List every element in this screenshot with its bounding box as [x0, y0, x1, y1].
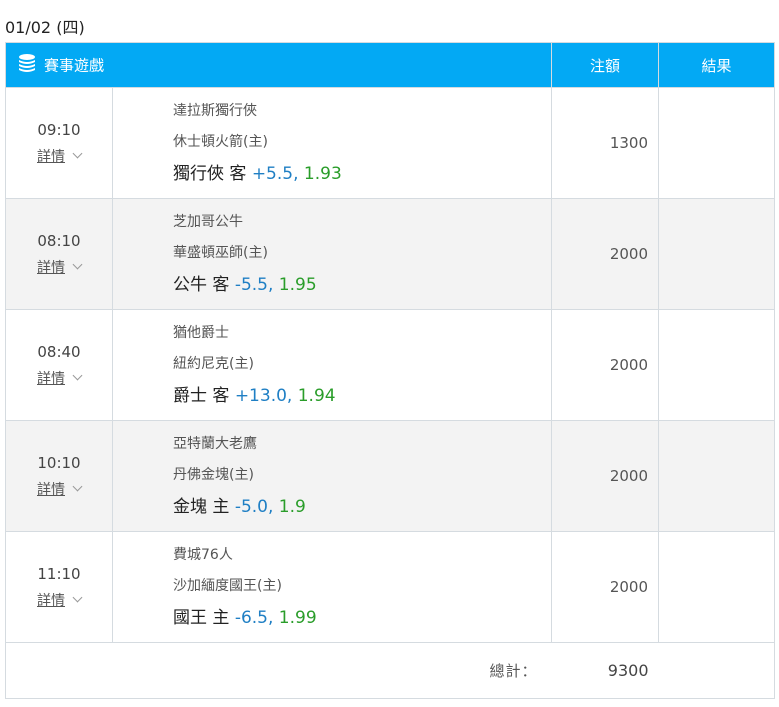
details-label[interactable]: 詳情 — [37, 593, 65, 609]
total-value: 9300 — [551, 642, 659, 699]
chevron-down-icon[interactable] — [72, 592, 83, 603]
time-cell: 08:40 詳情 — [5, 309, 113, 421]
match-time: 10:10 — [37, 454, 81, 472]
game-cell: 費城76人 沙加緬度國王(主) 國王 主 -6.5, 1.99 — [111, 531, 553, 643]
result-cell — [658, 309, 776, 421]
pick-label: 國王 主 — [173, 608, 230, 628]
match-time: 08:10 — [37, 232, 81, 250]
details-toggle[interactable]: 詳情 — [6, 259, 112, 277]
pick-label: 金塊 主 — [173, 497, 230, 517]
match-time: 09:10 — [37, 121, 81, 139]
away-team: 達拉斯獨行俠 — [173, 103, 257, 119]
table-row: 08:10 詳情 芝加哥公牛 華盛頓巫師(主) 公牛 客 -5.5, 1.95 … — [5, 198, 776, 310]
handicap: +13.0 — [234, 386, 287, 406]
handicap: -6.5 — [234, 608, 268, 628]
details-toggle[interactable]: 詳情 — [6, 148, 112, 166]
amount-cell: 1300 — [551, 87, 660, 199]
game-cell: 達拉斯獨行俠 休士頓火箭(主) 獨行俠 客 +5.5, 1.93 — [111, 87, 553, 199]
match-time: 08:40 — [37, 343, 81, 361]
result-cell — [658, 198, 776, 310]
home-team: 華盛頓巫師(主) — [173, 245, 268, 261]
handicap: -5.0 — [234, 497, 268, 517]
amount-cell: 2000 — [551, 309, 660, 421]
table-row: 09:10 詳情 達拉斯獨行俠 休士頓火箭(主) 獨行俠 客 +5.5, 1.9… — [5, 87, 776, 199]
header-game-label: 賽事遊戲 — [44, 56, 105, 75]
away-team: 猶他爵士 — [173, 325, 229, 341]
game-cell: 猶他爵士 紐約尼克(主) 爵士 客 +13.0, 1.94 — [111, 309, 553, 421]
odds: 1.94 — [297, 386, 336, 406]
bet-pick: 國王 主 -6.5, 1.99 — [173, 602, 551, 634]
details-label[interactable]: 詳情 — [37, 149, 65, 165]
total-label: 總計： — [112, 642, 552, 699]
time-cell: 10:10 詳情 — [5, 420, 113, 532]
details-toggle[interactable]: 詳情 — [6, 481, 112, 499]
chevron-down-icon[interactable] — [72, 148, 83, 159]
total-spacer — [5, 642, 113, 699]
home-team: 休士頓火箭(主) — [173, 134, 268, 150]
separator: , — [286, 386, 293, 406]
separator: , — [293, 164, 299, 184]
header-result: 結果 — [658, 42, 776, 88]
odds: 1.99 — [278, 608, 317, 628]
home-team: 紐約尼克(主) — [173, 356, 254, 372]
bets-table: 賽事遊戲 注額 結果 09:10 詳情 達拉斯獨行俠 休士頓火箭(主) 獨行俠 … — [4, 42, 776, 699]
time-cell: 09:10 詳情 — [5, 87, 113, 199]
away-team: 亞特蘭大老鷹 — [173, 436, 257, 452]
database-icon — [18, 53, 36, 77]
amount-cell: 2000 — [551, 198, 660, 310]
bet-pick: 金塊 主 -5.0, 1.9 — [173, 491, 551, 523]
odds: 1.93 — [303, 164, 342, 184]
odds: 1.9 — [278, 497, 306, 517]
time-cell: 08:10 詳情 — [5, 198, 113, 310]
pick-label: 公牛 客 — [173, 275, 230, 295]
separator: , — [267, 275, 274, 295]
details-label[interactable]: 詳情 — [37, 371, 65, 387]
amount-cell: 2000 — [551, 420, 660, 532]
game-cell: 亞特蘭大老鷹 丹佛金塊(主) 金塊 主 -5.0, 1.9 — [111, 420, 553, 532]
chevron-down-icon[interactable] — [72, 481, 83, 492]
result-cell — [658, 87, 776, 199]
home-team: 沙加緬度國王(主) — [173, 578, 282, 594]
away-team: 費城76人 — [173, 547, 233, 563]
total-row: 總計： 9300 — [5, 642, 776, 699]
pick-label: 爵士 客 — [173, 386, 230, 406]
header-amount: 注額 — [551, 42, 660, 88]
away-team: 芝加哥公牛 — [173, 214, 243, 230]
details-toggle[interactable]: 詳情 — [6, 370, 112, 388]
details-label[interactable]: 詳情 — [37, 260, 65, 276]
handicap: +5.5 — [251, 164, 294, 184]
match-time: 11:10 — [37, 565, 81, 583]
result-cell — [658, 420, 776, 532]
table-row: 10:10 詳情 亞特蘭大老鷹 丹佛金塊(主) 金塊 主 -5.0, 1.9 2… — [5, 420, 776, 532]
chevron-down-icon[interactable] — [72, 259, 83, 270]
pick-label: 獨行俠 客 — [173, 164, 247, 184]
table-row: 08:40 詳情 猶他爵士 紐約尼克(主) 爵士 客 +13.0, 1.94 2… — [5, 309, 776, 421]
total-result-spacer — [658, 642, 776, 699]
details-toggle[interactable]: 詳情 — [6, 592, 112, 610]
table-header: 賽事遊戲 注額 結果 — [4, 42, 776, 88]
home-team: 丹佛金塊(主) — [173, 467, 254, 483]
odds: 1.95 — [278, 275, 317, 295]
time-cell: 11:10 詳情 — [5, 531, 113, 643]
header-game: 賽事遊戲 — [4, 42, 553, 88]
handicap: -5.5 — [234, 275, 268, 295]
bet-pick: 獨行俠 客 +5.5, 1.93 — [173, 158, 551, 190]
result-cell — [658, 531, 776, 643]
table-row: 11:10 詳情 費城76人 沙加緬度國王(主) 國王 主 -6.5, 1.99… — [5, 531, 776, 643]
chevron-down-icon[interactable] — [72, 370, 83, 381]
game-cell: 芝加哥公牛 華盛頓巫師(主) 公牛 客 -5.5, 1.95 — [111, 198, 553, 310]
amount-cell: 2000 — [551, 531, 660, 643]
date-heading: 01/02 (四) — [5, 18, 85, 37]
separator: , — [267, 608, 274, 628]
bet-pick: 公牛 客 -5.5, 1.95 — [173, 269, 551, 301]
details-label[interactable]: 詳情 — [37, 482, 65, 498]
separator: , — [267, 497, 274, 517]
bet-pick: 爵士 客 +13.0, 1.94 — [173, 380, 551, 412]
